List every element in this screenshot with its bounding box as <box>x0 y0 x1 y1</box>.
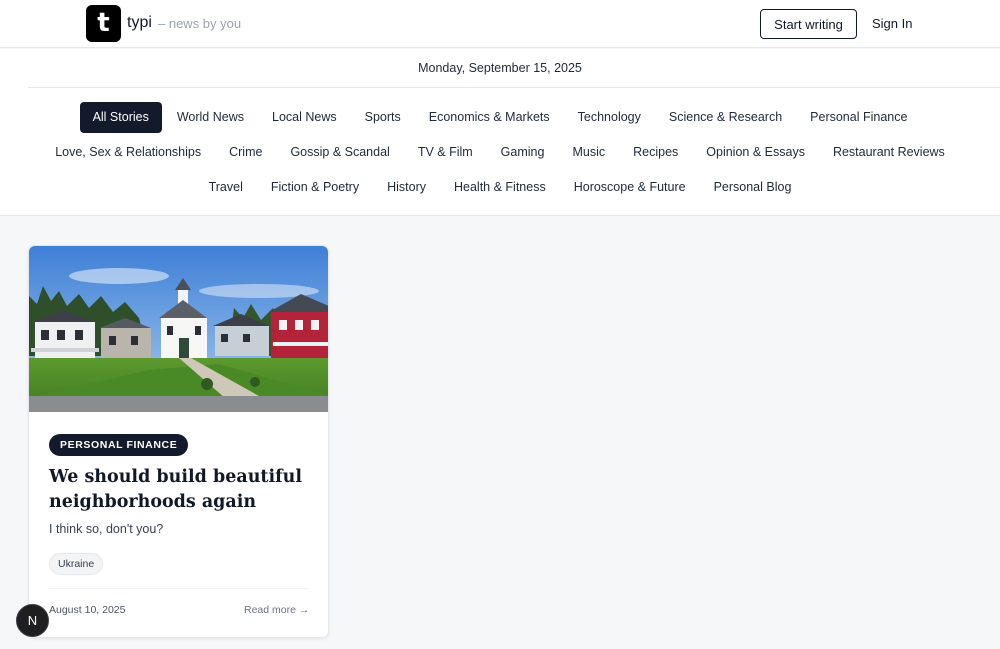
category-tab-horoscope-future[interactable]: Horoscope & Future <box>561 172 699 203</box>
start-writing-button[interactable]: Start writing <box>760 9 857 39</box>
category-row-3: Travel Fiction & Poetry History Health & Fi… <box>0 172 1000 203</box>
story-title[interactable]: We should build beautiful neighborhoods … <box>49 465 314 515</box>
top-bar: t typi – news by you Start writing Sign … <box>0 0 1000 48</box>
story-image[interactable] <box>29 246 329 412</box>
category-tab-local-news[interactable]: Local News <box>259 102 350 133</box>
category-tab-gaming[interactable]: Gaming <box>488 137 558 168</box>
category-tab-opinion-essays[interactable]: Opinion & Essays <box>693 137 818 168</box>
category-tab-tv-film[interactable]: TV & Film <box>405 137 486 168</box>
story-excerpt: I think so, don't you? <box>49 522 164 536</box>
category-tab-all-stories[interactable]: All Stories <box>79 102 162 133</box>
category-tab-recipes[interactable]: Recipes <box>620 137 691 168</box>
card-divider <box>49 588 309 589</box>
category-tab-fiction-poetry[interactable]: Fiction & Poetry <box>258 172 372 203</box>
story-date: August 10, 2025 <box>49 604 126 616</box>
dev-tools-icon[interactable]: N <box>16 604 49 637</box>
category-row-1: All Stories World News Local News Sports Eco… <box>0 102 1000 133</box>
category-tab-economics-markets[interactable]: Economics & Markets <box>416 102 563 133</box>
divider <box>28 87 1000 88</box>
category-tab-health-fitness[interactable]: Health & Fitness <box>441 172 559 203</box>
category-tab-history[interactable]: History <box>374 172 439 203</box>
category-row-2: Love, Sex & Relationships Crime Gossip & S… <box>0 137 1000 168</box>
story-tag[interactable]: Ukraine <box>49 553 104 575</box>
category-tab-world-news[interactable]: World News <box>164 102 257 133</box>
category-tab-music[interactable]: Music <box>559 137 618 168</box>
category-tab-gossip-scandal[interactable]: Gossip & Scandal <box>277 137 402 168</box>
story-card[interactable]: PERSONAL FINANCE We should build beautif… <box>28 245 329 638</box>
category-tab-travel[interactable]: Travel <box>196 172 256 203</box>
category-tab-personal-blog[interactable]: Personal Blog <box>701 172 805 203</box>
category-tab-love-sex-relationships[interactable]: Love, Sex & Relationships <box>42 137 214 168</box>
category-tab-restaurant-reviews[interactable]: Restaurant Reviews <box>820 137 958 168</box>
category-tab-personal-finance[interactable]: Personal Finance <box>797 102 920 133</box>
category-tab-science-research[interactable]: Science & Research <box>656 102 795 133</box>
brand-name[interactable]: typi <box>127 14 152 32</box>
logo-icon[interactable]: t <box>86 5 121 42</box>
read-more-link[interactable]: Read more → <box>244 604 309 616</box>
category-navigation: Monday, September 15, 2025 All Stories Wo… <box>0 49 1000 216</box>
category-tab-sports[interactable]: Sports <box>352 102 414 133</box>
category-tab-crime[interactable]: Crime <box>216 137 275 168</box>
category-badge[interactable]: PERSONAL FINANCE <box>49 434 189 456</box>
sign-in-link[interactable]: Sign In <box>872 16 912 31</box>
tagline: – news by you <box>158 16 242 31</box>
category-tab-technology[interactable]: Technology <box>565 102 654 133</box>
current-date: Monday, September 15, 2025 <box>418 61 582 75</box>
